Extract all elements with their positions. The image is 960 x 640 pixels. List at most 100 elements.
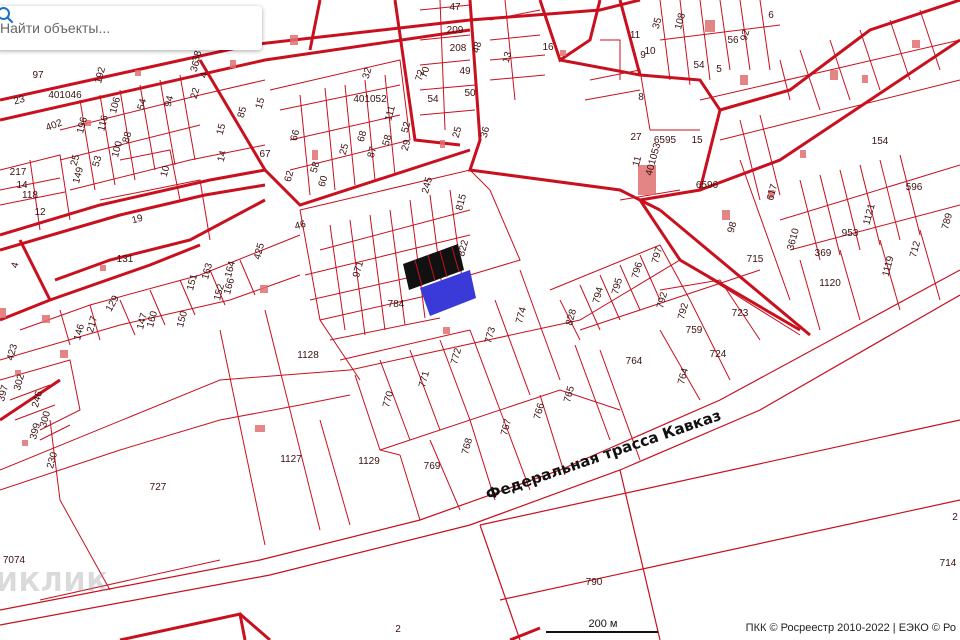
plot-number: 767 (499, 417, 514, 436)
plot-number: 774 (514, 305, 529, 324)
plot-number: 192 (93, 65, 108, 84)
plot-number: 68 (356, 129, 370, 143)
plot-number: 764 (676, 366, 691, 385)
plot-number: 62 (283, 169, 297, 183)
plot-number: 166 (222, 276, 237, 295)
plot-number: 10 (159, 164, 173, 178)
plot-number: 397 (0, 383, 11, 402)
plot-labels: 9723 401046192106 54 942243638402 196 1168853… (0, 2, 958, 635)
attribution: ПКК © Росреестр 2010-2022 | ЕЭКО © Ро (741, 618, 960, 638)
plot-number: 129 (104, 293, 122, 313)
plot-number: 423 (5, 342, 20, 361)
plot-number: 773 (483, 325, 498, 344)
plot-number: 29 (400, 138, 414, 152)
map-layer[interactable]: 9723 401046192106 54 942243638402 196 1168853… (0, 0, 960, 640)
plot-number: 401046 (48, 90, 82, 101)
plot-number: 217 (10, 167, 27, 178)
plot-number: 131 (117, 254, 134, 265)
plot-number: 46 (294, 219, 308, 233)
plot-number: 116 (96, 114, 111, 133)
plot-number: 154 (872, 136, 889, 147)
plot-number: 6 (768, 10, 774, 21)
plot-number: 10 (644, 46, 656, 57)
plot-number: 19 (131, 213, 145, 227)
plot-number: 12 (34, 207, 46, 218)
plot-number: 85 (236, 105, 250, 119)
plot-number: 106 (108, 95, 123, 114)
plot-number: 146 (72, 322, 87, 341)
plot-number: 16 (542, 42, 554, 53)
parcel-boundaries (0, 0, 960, 601)
scale-bar: 200 м (546, 618, 660, 634)
plot-number: 402 (44, 117, 64, 133)
plot-number: 768 (460, 436, 475, 455)
plot-number: 98 (726, 220, 740, 234)
plot-number: 94 (163, 94, 177, 108)
plot-number: 770 (381, 389, 396, 408)
plot-number: 48 (471, 40, 485, 54)
plot-number: 822 (456, 238, 471, 257)
search-input[interactable] (0, 8, 222, 48)
plot-number: 1128 (297, 350, 319, 361)
plot-number: 7074 (3, 555, 26, 566)
plot-number: 953 (842, 228, 859, 239)
plot-number: 1120 (819, 278, 841, 289)
plot-number: 25 (338, 142, 352, 156)
plot-number: 66 (289, 128, 303, 142)
plot-number: 828 (564, 307, 579, 326)
plot-number: 25 (451, 125, 465, 139)
plot-number: 15 (215, 122, 229, 136)
plot-number: 712 (908, 239, 923, 258)
plot-number: 715 (747, 254, 764, 265)
cadastral-map[interactable]: 97 23 401046 192 106 54 94 22 4 36 38 402 196 116 88 53… (0, 0, 960, 640)
plot-number: 246 (30, 389, 45, 408)
plot-number: 596 (906, 182, 923, 193)
plot-number: 111 (383, 104, 398, 122)
plot-number: 759 (686, 325, 703, 336)
plot-number: 764 (626, 356, 643, 367)
plot-number: 67 (259, 149, 271, 160)
plot-number: 47 (449, 2, 461, 13)
plot-number: 789 (940, 211, 955, 230)
plot-number: 151 (185, 272, 200, 291)
plot-number: 727 (150, 482, 167, 493)
plot-number: 772 (449, 346, 464, 365)
plot-number: 714 (940, 558, 957, 569)
buildings (0, 20, 920, 446)
plot-number: 11 (630, 30, 641, 41)
plot-number: 56 (727, 35, 739, 46)
plot-number: 208 (450, 43, 467, 54)
plot-number: 794 (591, 285, 606, 304)
plot-number: 60 (317, 174, 331, 188)
plot-number: 38 (191, 49, 205, 63)
plot-number: 54 (427, 94, 439, 105)
plot-number: 302 (12, 372, 27, 391)
scale-label: 200 м (588, 618, 618, 630)
plot-number: 13 (501, 50, 515, 64)
plot-number: 369 (815, 248, 832, 259)
plot-number: 1129 (358, 456, 380, 467)
plot-number: 796 (630, 260, 645, 279)
plot-number: 425 (252, 241, 267, 260)
plot-number: 100 (110, 139, 125, 158)
plot-number: 2 (395, 624, 401, 635)
search-button[interactable] (0, 7, 258, 48)
plot-number: 766 (532, 401, 547, 420)
plot-number: 50 (464, 88, 476, 99)
plot-number: 769 (424, 461, 441, 472)
plot-number: 36 (479, 125, 493, 139)
plot-number: 971 (351, 259, 366, 278)
plot-number: 2 (952, 512, 958, 523)
plot-number: 230 (45, 450, 60, 469)
plot-number: 97 (32, 70, 44, 81)
plot-number: 196 (75, 115, 90, 134)
plot-number: 14 (216, 149, 230, 163)
plot-number: 160 (145, 309, 160, 328)
plot-number: 765 (562, 384, 577, 403)
plot-number: 15 (254, 96, 268, 110)
plot-number: 6596 (696, 180, 719, 191)
plot-number: 401053 (644, 141, 663, 177)
plot-number: 399 (28, 421, 43, 440)
plot-number: 617 (765, 182, 780, 201)
scale-line (546, 631, 658, 635)
